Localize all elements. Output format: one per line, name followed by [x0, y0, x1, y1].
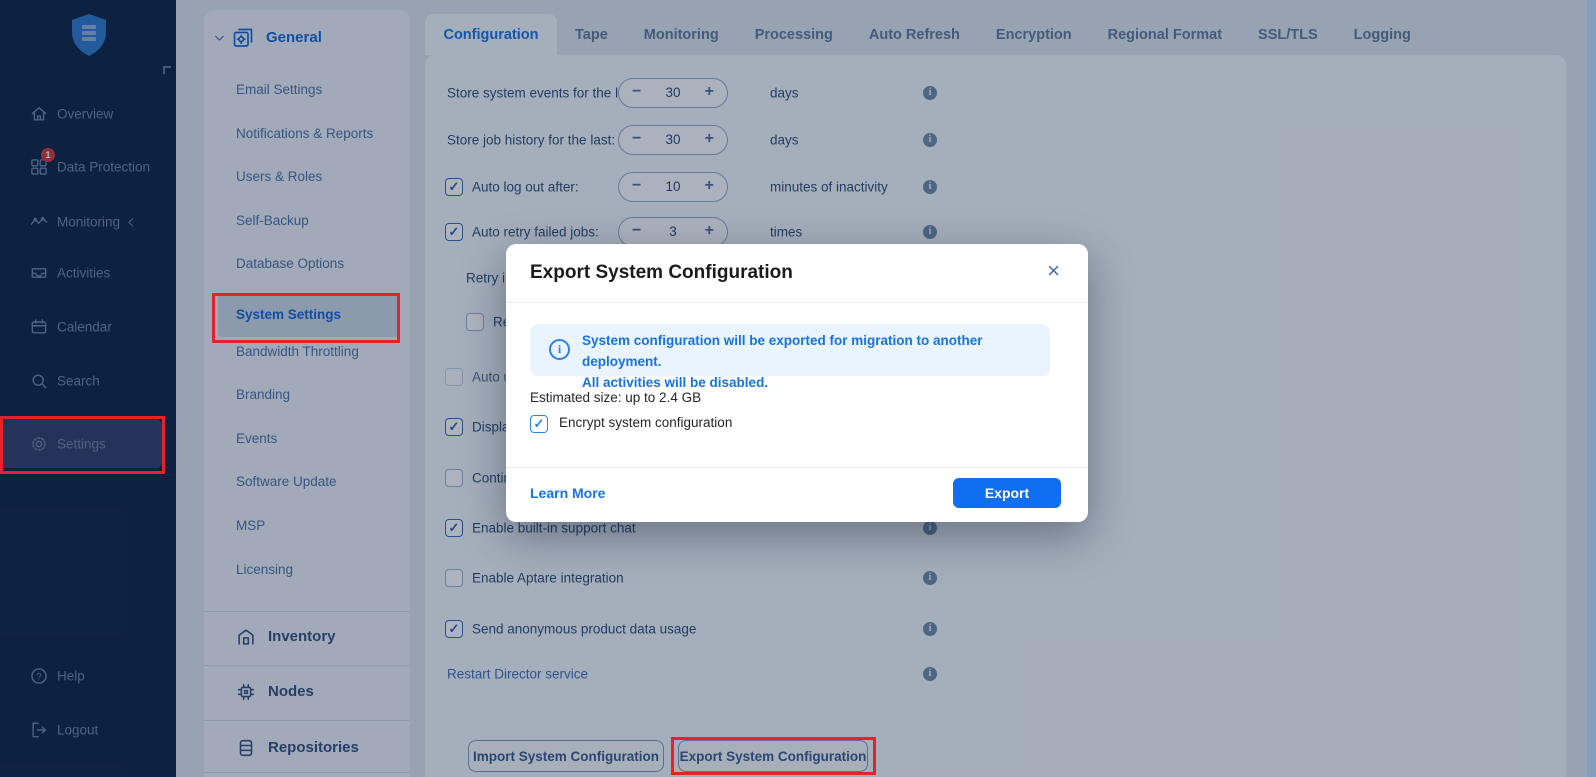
checkbox-encrypt-configuration[interactable] — [530, 415, 548, 433]
info-line-1: System configuration will be exported fo… — [582, 330, 1042, 372]
annotation-box-settings — [0, 416, 165, 474]
app-screen: Overview 1 Data Protection Monitoring Ac… — [0, 0, 1596, 777]
divider — [506, 302, 1088, 303]
info-circle-icon — [549, 339, 570, 360]
annotation-box-system-settings — [212, 293, 400, 343]
divider — [506, 467, 1088, 468]
encrypt-label: Encrypt system configuration — [559, 415, 732, 430]
export-system-configuration-modal: Export System Configuration × System con… — [506, 244, 1088, 522]
modal-export-button[interactable]: Export — [953, 478, 1061, 508]
close-icon[interactable]: × — [1047, 258, 1060, 284]
modal-title: Export System Configuration — [530, 262, 793, 284]
annotation-box-export-button — [671, 737, 876, 775]
info-banner-text: System configuration will be exported fo… — [582, 330, 1042, 393]
learn-more-link[interactable]: Learn More — [530, 485, 605, 501]
page-scrollbar[interactable] — [1587, 0, 1596, 777]
estimated-size-text: Estimated size: up to 2.4 GB — [530, 390, 701, 405]
modal-info-banner: System configuration will be exported fo… — [530, 324, 1050, 376]
